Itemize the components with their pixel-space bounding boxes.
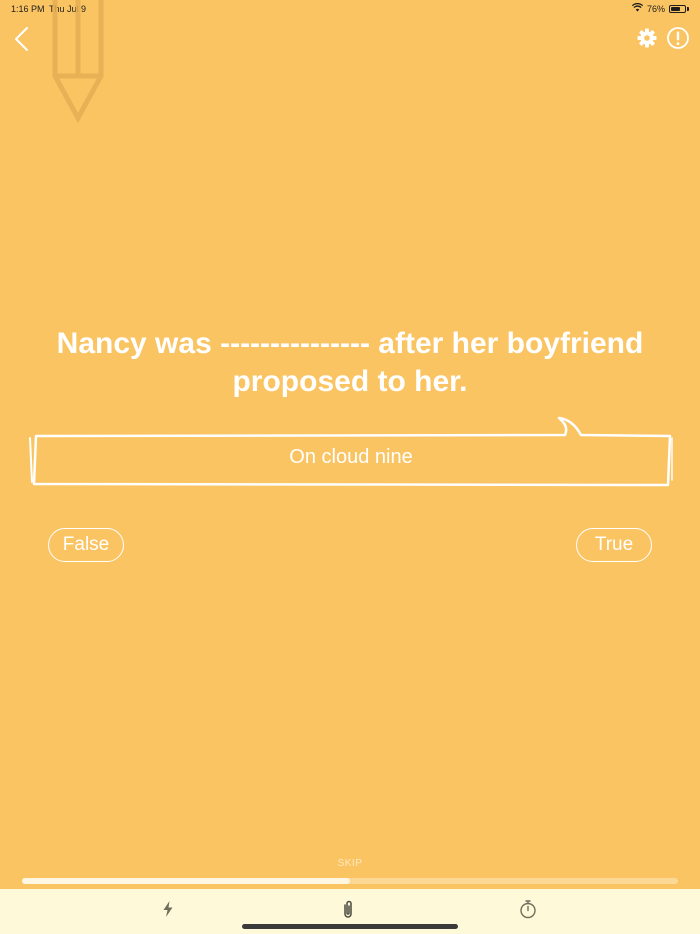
tab-paperclip[interactable] (337, 898, 359, 920)
question-text: Nancy was --------------- after her boyf… (56, 327, 644, 398)
wifi-icon (631, 2, 644, 14)
tab-lightning[interactable] (157, 898, 179, 920)
home-indicator (242, 924, 458, 929)
answer-text: On cloud nine (289, 446, 413, 468)
battery-level (671, 6, 681, 11)
battery-icon (669, 4, 686, 13)
gear-icon (637, 28, 657, 48)
paperclip-icon (344, 900, 352, 918)
settings-button[interactable] (636, 27, 658, 49)
battery-tip (687, 6, 689, 11)
status-right: 76% (631, 2, 689, 14)
stopwatch-icon (520, 900, 536, 919)
battery-percent: 76% (646, 3, 665, 14)
true-button[interactable]: True (576, 528, 652, 562)
skip-label[interactable]: SKIP (0, 858, 700, 869)
tab-stopwatch[interactable] (517, 898, 539, 920)
progress-bar (22, 878, 678, 884)
exclamation-circle-icon (667, 27, 689, 49)
chevron-left-icon (15, 27, 28, 51)
progress-fill (22, 878, 350, 884)
back-button[interactable] (8, 24, 36, 54)
status-time: 1:16 PM (11, 4, 45, 14)
lightning-icon (163, 901, 173, 917)
pencil-icon (48, 0, 110, 128)
bottom-toolbar (0, 889, 700, 934)
answer-card: On cloud nine (28, 414, 674, 490)
report-button[interactable] (666, 26, 690, 50)
false-button[interactable]: False (48, 528, 124, 562)
